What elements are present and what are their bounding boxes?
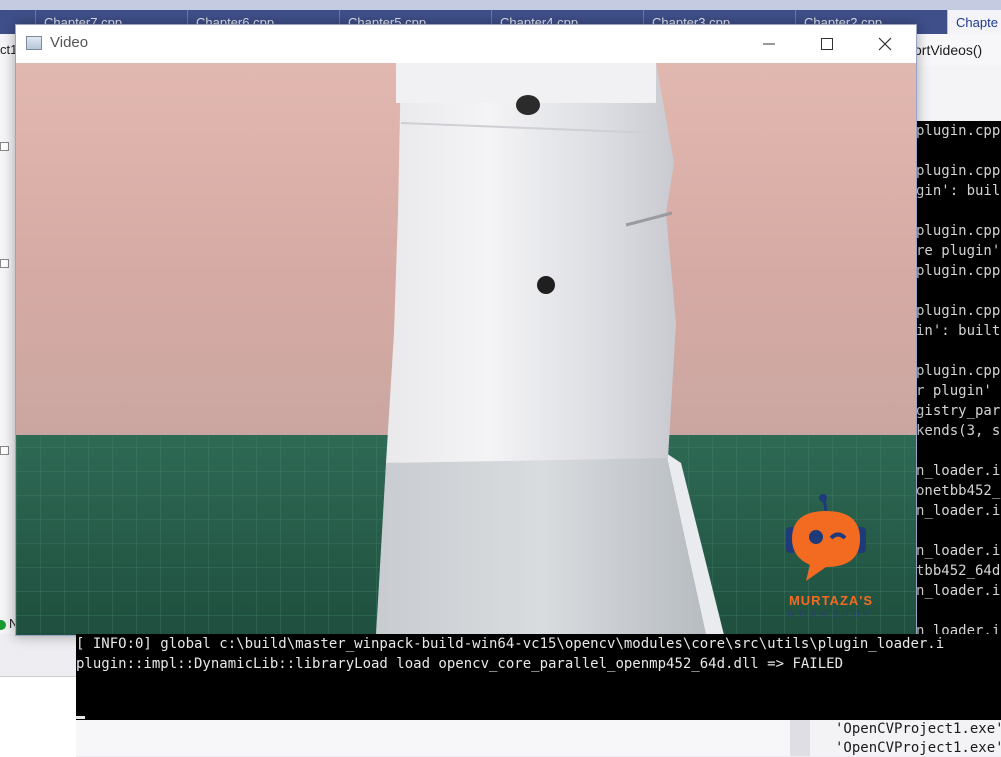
output-line: n_loader.i — [916, 463, 1001, 479]
output-pane: plugin.cpp plugin.cpp gin': buil plugin.cpp… — [914, 121, 1001, 681]
ide-top-bar — [0, 0, 1001, 10]
minimize-icon — [763, 43, 775, 45]
console-line: [ INFO:0] global c:\build\master_winpack… — [76, 636, 945, 652]
output-line: r plugin' — [916, 383, 992, 399]
output-line: n_loader.i — [916, 503, 1001, 519]
output-line: onetbb452_ — [916, 483, 1001, 499]
output-line: re plugin' — [916, 243, 1001, 259]
console-cursor — [76, 716, 85, 719]
fold-toggle-icon[interactable] — [0, 446, 9, 455]
debug-output-line: 'OpenCVProject1.exe' — [835, 740, 1001, 756]
console-window[interactable]: [ INFO:0] global c:\build\master_winpack… — [76, 634, 1001, 720]
window-app-icon — [26, 36, 42, 50]
watermark-logo: MURTAZA'S WORKSHOP — [776, 493, 886, 633]
console-line: plugin::impl::DynamicLib::libraryLoad lo… — [76, 656, 844, 672]
output-line: gistry_par — [916, 403, 1001, 419]
watermark-subtitle: WORKSHOP — [787, 610, 875, 619]
output-line: plugin.cpp — [916, 163, 1001, 179]
window-title: Video — [50, 34, 89, 51]
video-titlebar[interactable]: Video — [16, 25, 916, 63]
output-line: plugin.cpp — [916, 263, 1001, 279]
output-line: n_loader.i — [916, 543, 1001, 559]
code-editor-area — [914, 66, 1001, 121]
bottom-panel-left — [0, 676, 76, 757]
close-button[interactable] — [856, 25, 914, 63]
output-line: gin': buil — [916, 183, 1001, 199]
output-line: n_loader.i — [916, 583, 1001, 599]
output-line: tbb452_64d — [916, 563, 1001, 579]
output-line: in': built — [916, 323, 1001, 339]
watermark-title: MURTAZA'S — [788, 593, 874, 608]
bottom-panel-grid — [76, 720, 790, 756]
debug-output-line: 'OpenCVProject1.exe' — [835, 721, 1001, 737]
fold-toggle-icon[interactable] — [0, 259, 9, 268]
minimize-button[interactable] — [740, 25, 798, 63]
bottom-panel-scrollbar[interactable] — [790, 720, 810, 756]
output-line: plugin.cpp — [916, 303, 1001, 319]
output-line: plugin.cpp — [916, 223, 1001, 239]
close-icon — [878, 37, 892, 51]
fold-toggle-icon[interactable] — [0, 142, 9, 151]
output-line: plugin.cpp — [916, 123, 1001, 139]
tab-active-chapter[interactable]: Chapte — [947, 10, 1001, 34]
output-line: kends(3, s — [916, 423, 1001, 439]
video-window[interactable]: Video MURTAZA'S WORKSHOP — [15, 24, 917, 636]
maximize-icon — [821, 38, 833, 50]
output-line: plugin.cpp — [916, 363, 1001, 379]
robot-logo-icon — [786, 494, 866, 581]
maximize-button[interactable] — [798, 25, 856, 63]
member-dropdown-label[interactable]: ortVideos() — [914, 42, 982, 58]
